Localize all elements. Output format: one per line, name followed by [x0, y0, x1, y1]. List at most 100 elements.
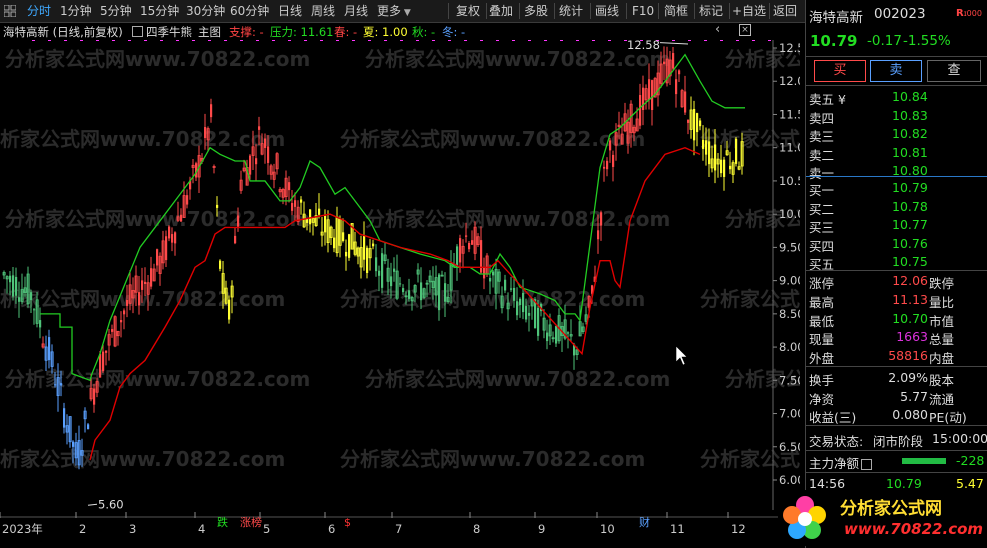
- simple-frame-button[interactable]: 简框: [664, 0, 688, 22]
- candle-body: [174, 232, 177, 244]
- tab-15min[interactable]: 15分钟: [140, 0, 179, 22]
- candlestick-chart[interactable]: 分析家公式网www.70822.com 分析家公式网www.70822.com 分析…: [0, 40, 800, 548]
- tab-more-label: 更多: [377, 4, 402, 18]
- candle-body: [120, 320, 123, 323]
- candle-body: [483, 267, 486, 279]
- season-dot: [704, 40, 707, 41]
- list-icon[interactable]: [861, 459, 873, 470]
- season-dot: [48, 40, 51, 41]
- tab-weekly[interactable]: 周线: [311, 0, 335, 22]
- sell-button[interactable]: 卖: [870, 60, 922, 82]
- candle-body: [525, 306, 528, 320]
- support-value: 支撑: -: [229, 25, 264, 39]
- candle-body: [111, 329, 114, 332]
- tab-more[interactable]: 更多 ▼: [377, 0, 411, 22]
- chevron-left-icon[interactable]: ‹: [715, 22, 720, 37]
- x-tick-label: 8: [473, 522, 480, 536]
- tick-volume: 5.47: [956, 476, 984, 491]
- candle-body: [186, 195, 189, 205]
- candle-body: [141, 280, 144, 290]
- candle-body: [714, 144, 717, 171]
- candle-body: [234, 235, 237, 244]
- x-tick-label: 3: [129, 522, 136, 536]
- chevron-down-icon: ▼: [401, 8, 411, 18]
- multi-stock-button[interactable]: 多股: [524, 0, 548, 22]
- candle-body: [48, 337, 51, 361]
- stats-button[interactable]: 统计: [559, 0, 583, 22]
- stat-2-label2: 市值: [929, 313, 955, 329]
- y-tick-label: 9.00: [779, 274, 800, 288]
- candle-body: [375, 257, 378, 272]
- y-tick-label: 7.50: [779, 373, 800, 387]
- bid-5-value: 10.75: [892, 254, 928, 269]
- candle-body: [378, 270, 381, 276]
- query-button[interactable]: 查: [927, 60, 981, 82]
- season-dot: [32, 40, 35, 41]
- settings-box-icon[interactable]: [132, 26, 143, 37]
- candle-body: [687, 119, 690, 123]
- grid-menu-icon[interactable]: [3, 0, 22, 22]
- pressure-value: 压力: 11.61: [270, 25, 334, 39]
- summer-value: 夏: 1.00: [363, 25, 408, 39]
- trade-state-label: 交易状态:: [809, 434, 864, 449]
- main-flow-bar: [902, 458, 946, 464]
- price-change: -0.17: [867, 33, 902, 49]
- fuquan-button[interactable]: 复权: [456, 0, 480, 22]
- candle-body: [663, 61, 666, 65]
- tick-price: 10.79: [886, 476, 922, 491]
- tab-1min[interactable]: 1分钟: [60, 0, 92, 22]
- candle-body: [642, 87, 645, 111]
- candle-body: [54, 384, 57, 386]
- watermark-layer: 分析家公式网www.70822.com 分析家公式网www.70822.com 分析…: [0, 47, 800, 471]
- candle-body: [684, 91, 687, 113]
- candle-body: [720, 159, 723, 174]
- trade-state: 闭市阶段: [873, 434, 924, 449]
- candle-body: [705, 140, 708, 155]
- watermark-text: 分析家公式网www.70822.com: [5, 367, 310, 391]
- panel-stock-name: 海特高新: [809, 10, 863, 26]
- rz-badge: Rɪ000: [956, 8, 982, 19]
- tab-fenshi[interactable]: 分时: [27, 0, 51, 22]
- candle-body: [126, 299, 129, 306]
- indicator-name[interactable]: 四季牛熊: [146, 24, 192, 40]
- overlay-button[interactable]: 叠加: [489, 0, 513, 22]
- candle-body: [63, 408, 66, 428]
- candle-body: [267, 146, 270, 163]
- tab-monthly[interactable]: 月线: [344, 0, 368, 22]
- event-tag: 财: [639, 515, 650, 529]
- main-label: 主图: [198, 25, 221, 39]
- tab-5min[interactable]: 5分钟: [100, 0, 132, 22]
- candle-body: [72, 441, 75, 447]
- candle-body: [678, 70, 681, 75]
- spring-value: 春: -: [334, 25, 358, 39]
- candle-body: [522, 293, 525, 313]
- back-button[interactable]: 返回: [773, 0, 797, 22]
- candle-body: [438, 274, 441, 311]
- candle-body: [168, 226, 171, 239]
- tab-30min[interactable]: 30分钟: [186, 0, 225, 22]
- tab-daily[interactable]: 日线: [278, 0, 302, 22]
- f10-button[interactable]: F10: [632, 0, 654, 22]
- stat-1-label: 最高: [809, 294, 835, 310]
- season-dot: [736, 40, 739, 41]
- autumn-value: 秋: -: [412, 25, 436, 39]
- candle-body: [366, 247, 369, 273]
- candle-body: [249, 155, 252, 175]
- candle-body: [459, 238, 462, 263]
- tab-60min[interactable]: 60分钟: [230, 0, 269, 22]
- season-dot: [80, 40, 83, 41]
- candle-body: [342, 232, 345, 241]
- main-flow-label-text: 主力净额: [809, 456, 860, 471]
- add-favorite-button[interactable]: +自选: [732, 0, 766, 22]
- draw-line-button[interactable]: 画线: [595, 0, 619, 22]
- candle-body: [318, 208, 321, 215]
- season-dot: [400, 40, 403, 41]
- candle-body: [465, 235, 468, 237]
- candle-body: [510, 288, 513, 290]
- close-icon[interactable]: ×: [739, 24, 751, 36]
- ask-5-label: 卖五 ¥: [809, 92, 846, 107]
- buy-button[interactable]: 买: [814, 60, 866, 82]
- candle-body: [471, 240, 474, 245]
- candle-body: [237, 215, 240, 227]
- mark-button[interactable]: 标记: [699, 0, 723, 22]
